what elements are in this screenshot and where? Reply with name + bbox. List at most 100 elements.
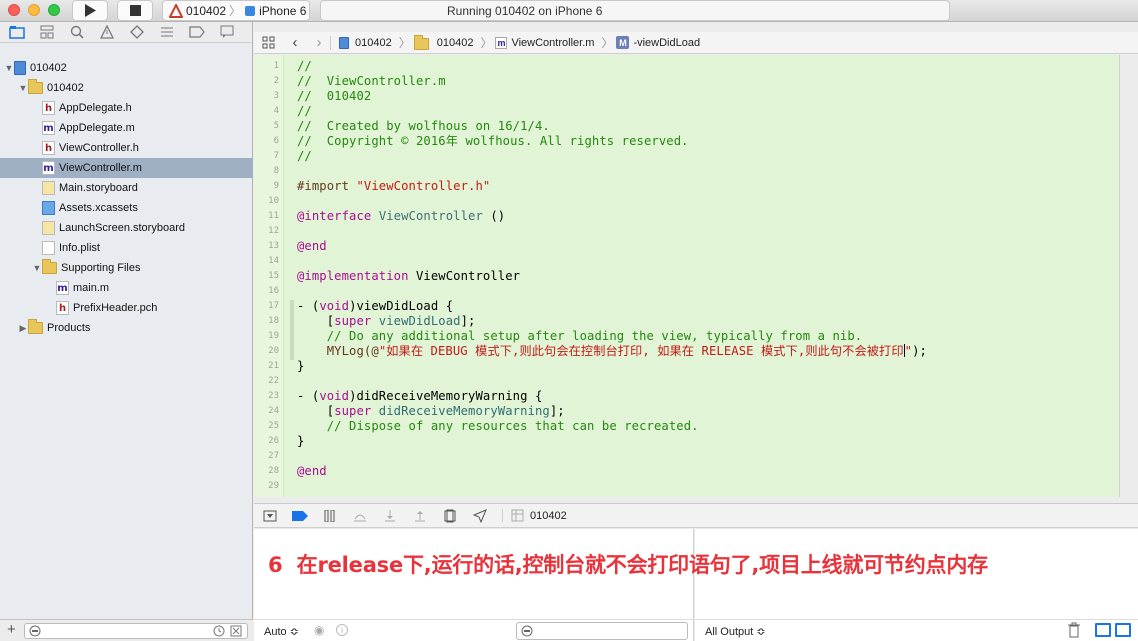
zoom-window-button[interactable]	[48, 4, 60, 16]
file-tree-item[interactable]: ▼ 010402	[0, 58, 253, 78]
code-line: @implementation ViewController	[297, 269, 520, 284]
line-number-gutter: 1 2 3 4 5 6 7 8 9 10 11 12 13 14 15 16 17 18 19 20 21 22 23 24 2…	[254, 55, 284, 497]
back-button[interactable]: ‹	[282, 34, 308, 51]
file-tree-item[interactable]: LaunchScreen.storyboard	[0, 218, 253, 238]
step-over-button[interactable]	[352, 509, 368, 523]
window-titlebar: 010402 〉 iPhone 6 Running 010402 on iPho…	[0, 0, 1138, 22]
file-tree-label: main.m	[73, 282, 110, 294]
file-tree-item[interactable]: ▼ Supporting Files	[0, 258, 253, 278]
related-items-button[interactable]	[254, 36, 282, 49]
editor-scrollbar[interactable]	[1119, 55, 1138, 497]
disclosure-collapsed-icon[interactable]: ▶	[18, 323, 28, 334]
disclosure-expanded-icon[interactable]: ▼	[4, 63, 14, 73]
trash-icon[interactable]	[1067, 622, 1081, 638]
simulator-device-icon	[245, 5, 256, 16]
scheme-target-label: 010402	[186, 3, 227, 18]
line-number: 19	[268, 331, 279, 341]
pause-button[interactable]	[322, 509, 338, 523]
header-file-icon: h	[56, 301, 69, 315]
step-into-button[interactable]	[382, 509, 398, 523]
chevron-right-icon: 〉	[229, 4, 242, 18]
view-debug-icon	[444, 509, 456, 522]
file-tree-label: Assets.xcassets	[59, 202, 138, 214]
stop-button[interactable]	[117, 0, 153, 21]
chevron-right-icon: 〉	[398, 36, 411, 50]
variable-scope-selector[interactable]: Auto ≎	[264, 625, 299, 638]
info-icon[interactable]: i	[336, 624, 348, 636]
project-navigator-tab[interactable]	[8, 24, 26, 40]
navigator-selector-bar	[0, 22, 252, 43]
scheme-selector[interactable]: 010402 〉 iPhone 6	[162, 0, 310, 21]
file-tree-item[interactable]: ▼ 010402	[0, 78, 253, 98]
issue-navigator-tab[interactable]	[98, 24, 116, 40]
quick-look-icon[interactable]: ◉	[314, 623, 324, 637]
line-number: 15	[268, 271, 279, 281]
file-tree-label: LaunchScreen.storyboard	[59, 222, 185, 234]
breakpoint-icon	[189, 26, 205, 38]
file-tree-item[interactable]: h AppDelegate.h	[0, 98, 253, 118]
breadcrumb-label: 010402	[355, 36, 392, 49]
file-tree-item[interactable]: m main.m	[0, 278, 253, 298]
debug-navigator-tab[interactable]	[158, 24, 176, 40]
test-navigator-tab[interactable]	[128, 24, 146, 40]
hide-debug-area-button[interactable]	[262, 509, 278, 523]
file-tree-item[interactable]: h PrefixHeader.pch	[0, 298, 253, 318]
plist-icon	[42, 241, 55, 255]
diamond-icon	[130, 25, 144, 39]
variables-footer: Auto ≎ ◉ i	[254, 619, 694, 641]
code-folding-ribbon[interactable]	[290, 300, 294, 360]
code-line: [super viewDidLoad];	[297, 314, 476, 328]
show-console-toggle[interactable]	[1115, 623, 1131, 637]
breakpoint-navigator-tab[interactable]	[188, 24, 206, 40]
file-tree-item[interactable]: Info.plist	[0, 238, 253, 258]
file-tree-label: Info.plist	[59, 242, 100, 254]
view-hierarchy-button[interactable]	[442, 509, 458, 523]
forward-button[interactable]: ›	[308, 34, 330, 51]
file-tree-item[interactable]: ▶ Products	[0, 318, 253, 338]
breakpoints-toggle-button[interactable]	[292, 509, 308, 523]
find-navigator-tab[interactable]	[68, 24, 86, 40]
disclosure-expanded-icon[interactable]: ▼	[18, 83, 28, 93]
report-navigator-tab[interactable]	[218, 24, 236, 40]
close-window-button[interactable]	[8, 4, 20, 16]
symbol-navigator-tab[interactable]	[38, 24, 56, 40]
play-icon	[85, 4, 96, 17]
console-output-selector[interactable]: All Output ≎	[705, 625, 766, 638]
breadcrumb-group[interactable]: 010402	[413, 35, 473, 50]
file-tree-item[interactable]: m ViewController.m	[0, 158, 253, 178]
code-line: // Copyright © 2016年 wolfhous. All right…	[297, 134, 689, 148]
file-tree-item[interactable]: m AppDelegate.m	[0, 118, 253, 138]
line-number: 13	[268, 241, 279, 251]
variables-filter-field[interactable]	[516, 622, 688, 640]
breadcrumb-project[interactable]: 010402	[339, 36, 392, 49]
file-tree-item[interactable]: Main.storyboard	[0, 178, 253, 198]
show-variables-toggle[interactable]	[1095, 623, 1111, 637]
chevron-right-icon: 〉	[601, 36, 614, 50]
code-text: ];	[460, 314, 476, 328]
debug-target[interactable]: 010402	[502, 509, 567, 522]
step-out-button[interactable]	[412, 509, 428, 523]
activity-viewer: Running 010402 on iPhone 6	[320, 0, 950, 21]
line-number: 14	[268, 256, 279, 266]
minimize-window-button[interactable]	[28, 4, 40, 16]
line-number: 24	[268, 406, 279, 416]
line-number: 23	[268, 391, 279, 401]
divider	[330, 35, 331, 50]
hierarchy-icon	[40, 25, 54, 39]
disclosure-expanded-icon[interactable]: ▼	[32, 263, 42, 273]
breadcrumb-file[interactable]: m ViewController.m	[495, 36, 594, 49]
unsaved-files-icon[interactable]	[230, 625, 242, 637]
add-file-button[interactable]: +	[7, 621, 16, 638]
recent-files-icon[interactable]	[213, 625, 225, 637]
code-text: ()	[482, 209, 506, 223]
code-line: }	[297, 434, 305, 448]
file-tree-item[interactable]: h ViewController.h	[0, 138, 253, 158]
run-button[interactable]	[72, 0, 108, 21]
file-tree-item[interactable]: Assets.xcassets	[0, 198, 253, 218]
annotation-note: 6 在release下,运行的话,控制台就不会打印语句了,项目上线就可节约点内存	[268, 549, 988, 579]
source-editor[interactable]: 1 2 3 4 5 6 7 8 9 10 11 12 13 14 15 16 17 18 19 20 21 22 23 24 2…	[254, 55, 1119, 497]
simulate-location-button[interactable]	[472, 508, 488, 523]
navigator-filter-field[interactable]	[24, 623, 248, 639]
line-number: 12	[268, 226, 279, 236]
breadcrumb-method[interactable]: M -viewDidLoad	[616, 36, 700, 49]
